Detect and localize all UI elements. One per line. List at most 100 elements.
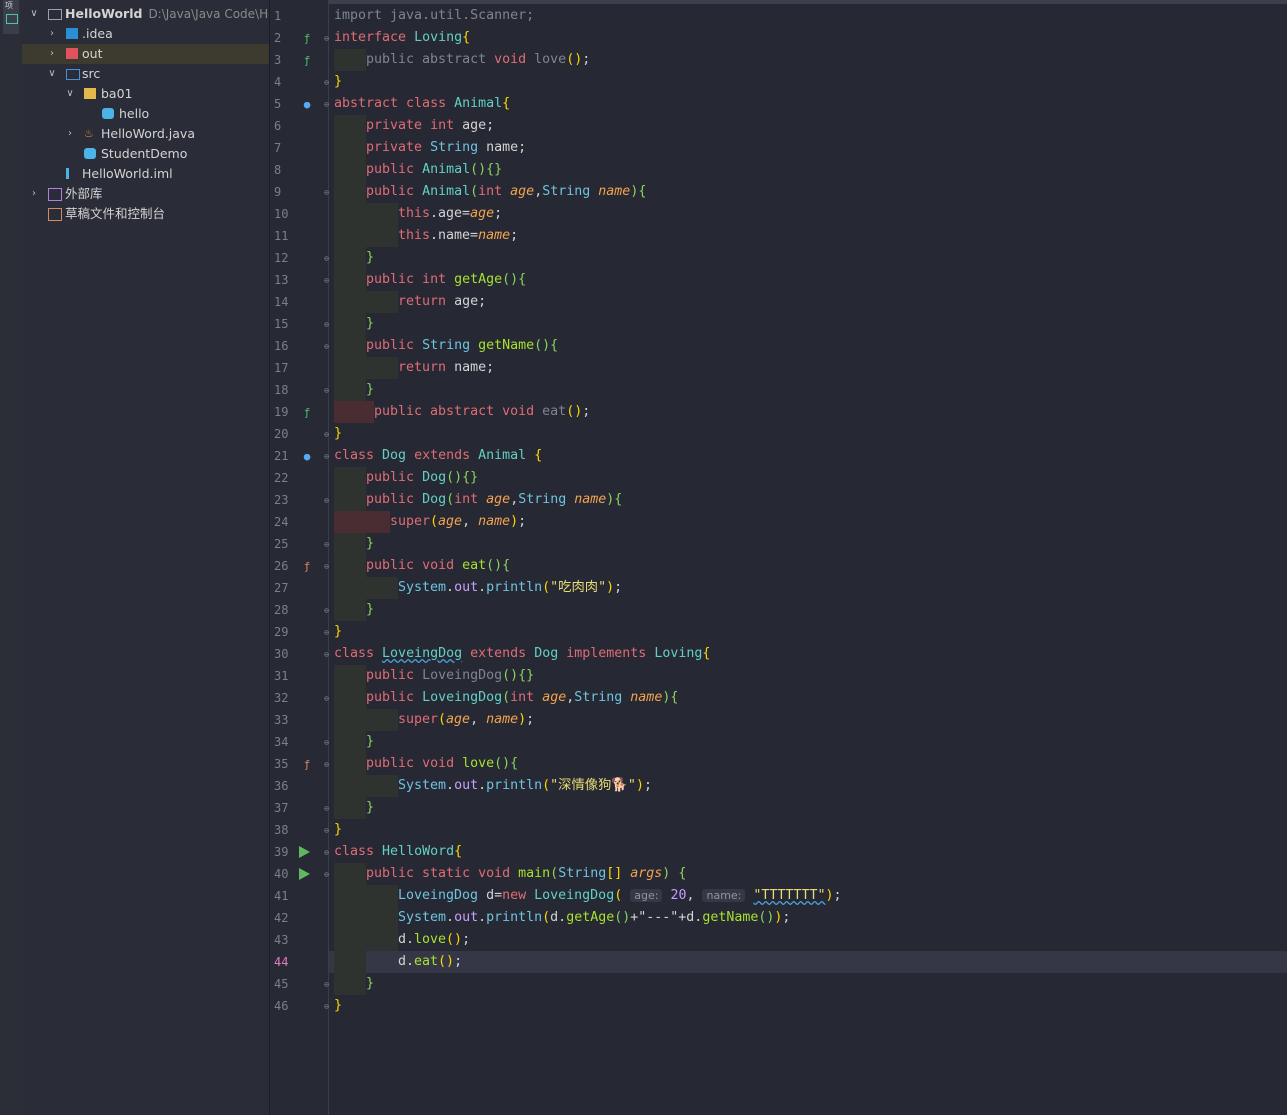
tree-item-label: HelloWorld [65,6,143,21]
code-line[interactable]: class HelloWord{ [329,841,1287,863]
subclasses-icon[interactable]: ● [300,98,314,112]
code-line[interactable]: return age; [329,291,1287,313]
line-number: 9 [274,185,282,199]
code-line[interactable]: } [329,599,1287,621]
tree-item-hello[interactable]: hello [22,104,269,124]
subclasses-icon[interactable]: ● [300,450,314,464]
code-line[interactable]: public Animal(){} [329,159,1287,181]
code-editor[interactable]: import java.util.Scanner; interface Lovi… [329,0,1287,1115]
code-line[interactable]: abstract class Animal{ [329,93,1287,115]
code-line[interactable]: public Animal(int age,String name){ [329,181,1287,203]
code-line[interactable]: public void love(){ [329,753,1287,775]
code-line[interactable]: super(age, name); [329,709,1287,731]
line-number: 2 [274,31,282,45]
chevron-down-icon[interactable]: ∨ [64,84,76,104]
code-line[interactable]: super(age, name); [329,511,1287,533]
tree-item-external-libraries[interactable]: › 外部库 [22,184,269,204]
chevron-down-icon[interactable]: ∨ [46,64,58,84]
code-line[interactable]: } [329,797,1287,819]
overrides-icon[interactable]: ƒ [300,560,314,574]
line-number: 19 [274,405,289,419]
line-number: 18 [274,383,289,397]
code-line[interactable]: LoveingDog d=new LoveingDog( age: 20, na… [329,885,1287,907]
implementing-icon[interactable]: ƒ [300,54,314,68]
line-number: 10 [274,207,289,221]
chevron-down-icon[interactable]: ∨ [28,4,40,24]
code-line[interactable]: class Dog extends Animal { [329,445,1287,467]
chevron-right-icon[interactable]: › [64,124,76,144]
src-folder-icon [66,69,80,80]
tree-item-src[interactable]: ∨ src [22,64,269,84]
code-line[interactable]: public Dog(){} [329,467,1287,489]
code-line[interactable]: } [329,973,1287,995]
tree-item-scratches[interactable]: 草稿文件和控制台 [22,204,269,224]
line-number: 26 [274,559,289,573]
code-line[interactable]: private int age; [329,115,1287,137]
line-number: 20 [274,427,289,441]
code-line[interactable]: public static void main(String[] args) { [329,863,1287,885]
tree-item-studentdemo[interactable]: StudentDemo [22,144,269,164]
code-line[interactable]: } [329,71,1287,93]
code-line[interactable]: this.name=name; [329,225,1287,247]
tree-item-helloworld[interactable]: ∨ HelloWorld D:\Java\Java Code\He [22,4,269,24]
run-icon[interactable] [299,868,310,880]
tree-item-label: .idea [82,26,113,41]
code-line[interactable]: } [329,533,1287,555]
iml-file-icon [66,168,77,179]
code-line[interactable]: d.love(); [329,929,1287,951]
implementing-icon[interactable]: ƒ [300,406,314,420]
code-line[interactable]: public LoveingDog(){} [329,665,1287,687]
code-line[interactable]: public int getAge(){ [329,269,1287,291]
tree-item-ba01[interactable]: ∨ ba01 [22,84,269,104]
tree-item-label: HelloWorld.iml [82,166,173,181]
code-line[interactable]: public String getName(){ [329,335,1287,357]
run-icon[interactable] [299,846,310,858]
chevron-right-icon[interactable]: › [28,184,40,204]
line-number: 41 [274,889,289,903]
code-line[interactable]: class LoveingDog extends Dog implements … [329,643,1287,665]
tree-item-label: out [82,46,103,61]
package-icon [84,88,96,99]
code-line[interactable]: return name; [329,357,1287,379]
tree-item-out[interactable]: › out [22,44,269,64]
code-line[interactable]: } [329,423,1287,445]
param-hint-name: name: [702,889,746,902]
code-line[interactable]: public abstract void love(); [329,49,1287,71]
line-number: 44 [274,955,289,969]
tree-item-label: 草稿文件和控制台 [65,206,166,221]
code-line[interactable]: this.age=age; [329,203,1287,225]
code-line[interactable]: interface Loving{ [329,27,1287,49]
code-line[interactable]: public void eat(){ [329,555,1287,577]
code-line[interactable]: private String name; [329,137,1287,159]
code-line[interactable]: System.out.println(d.getAge()+"---"+d.ge… [329,907,1287,929]
implementing-icon[interactable]: ƒ [300,32,314,46]
chevron-right-icon[interactable]: › [46,44,58,64]
line-number: 42 [274,911,289,925]
code-line[interactable]: System.out.println("深情像狗🐕"); [329,775,1287,797]
code-line[interactable]: public abstract void eat(); [329,401,1287,423]
code-line[interactable]: } [329,379,1287,401]
code-line[interactable]: public LoveingDog(int age,String name){ [329,687,1287,709]
code-line[interactable]: import java.util.Scanner; [329,5,1287,27]
monitor-icon [6,14,18,24]
overrides-icon[interactable]: ƒ [300,758,314,772]
code-line[interactable]: public Dog(int age,String name){ [329,489,1287,511]
tree-item-helloworld-iml[interactable]: HelloWorld.iml [22,164,269,184]
code-line[interactable]: System.out.println("吃肉肉"); [329,577,1287,599]
project-tool-label: 项 [5,1,13,10]
code-line[interactable]: } [329,247,1287,269]
code-line[interactable]: } [329,621,1287,643]
class-icon [102,108,114,119]
line-number: 25 [274,537,289,551]
tree-item-helloword-java[interactable]: › ♨ HelloWord.java [22,124,269,144]
line-number: 21 [274,449,289,463]
code-line[interactable]: } [329,731,1287,753]
code-line[interactable]: } [329,313,1287,335]
code-line[interactable]: } [329,995,1287,1017]
code-line[interactable]: } [329,819,1287,841]
code-line-current[interactable]: d.eat(); [329,951,1287,973]
chevron-right-icon[interactable]: › [46,24,58,44]
tree-item-idea[interactable]: › .idea [22,24,269,44]
line-number: 34 [274,735,289,749]
project-tool-button[interactable]: 项 [3,0,19,34]
